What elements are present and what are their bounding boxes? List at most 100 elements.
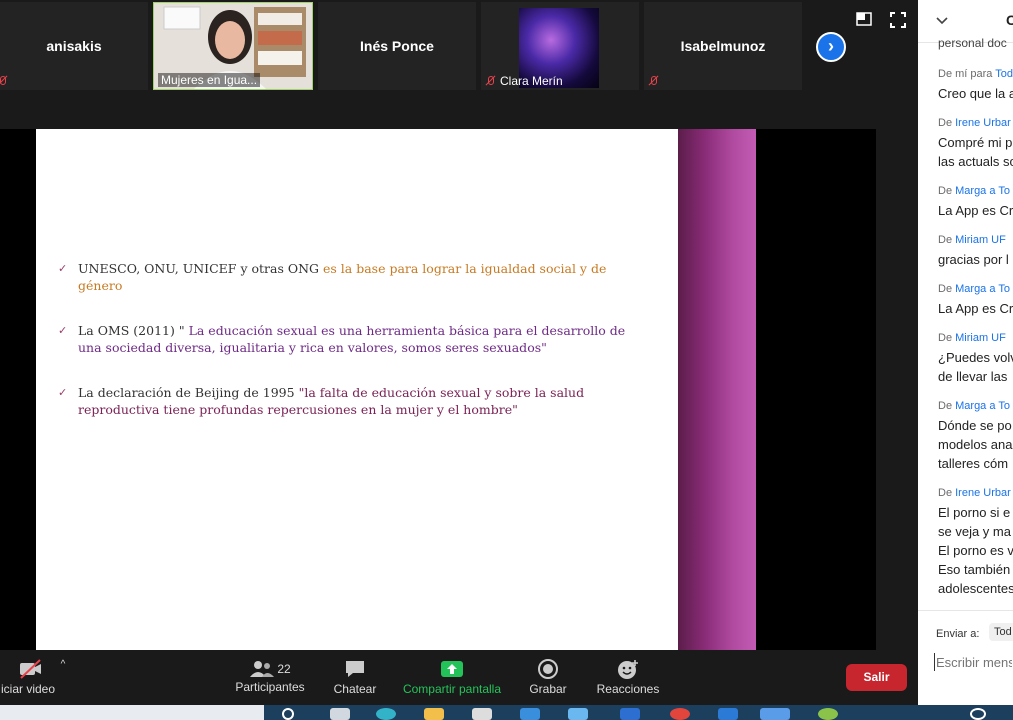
chat-message-text: La App es Cr bbox=[938, 301, 1013, 316]
task-view-icon[interactable] bbox=[330, 708, 350, 720]
participant-tile-anisakis[interactable]: anisakis bbox=[0, 2, 148, 90]
participant-tile-ines-ponce[interactable]: Inés Ponce bbox=[318, 2, 476, 90]
sender-name: Miriam UF bbox=[955, 234, 1006, 246]
chat-message-text: La App es Cr bbox=[938, 203, 1013, 218]
bullet-text: UNESCO, ONU, UNICEF y otras ONG bbox=[78, 261, 323, 276]
participant-gallery: anisakis Mujeres en Igua... Inés Ponce C… bbox=[0, 0, 918, 93]
muted-mic-icon bbox=[648, 76, 658, 86]
record-icon bbox=[538, 659, 558, 679]
slide: ✓ UNESCO, ONU, UNICEF y otras ONG es la … bbox=[36, 129, 678, 650]
sender-prefix: De bbox=[938, 487, 953, 499]
app-icon[interactable] bbox=[620, 708, 640, 720]
participant-tile-active-speaker[interactable]: Mujeres en Igua... bbox=[153, 2, 313, 90]
chat-message-text: El porno es v bbox=[938, 543, 1013, 558]
chat-message-text: personal doc bbox=[938, 36, 1007, 50]
zoom-app-icon[interactable] bbox=[760, 708, 790, 720]
chat-title: C bbox=[1006, 12, 1013, 28]
fullscreen-icon[interactable] bbox=[890, 12, 906, 28]
start-video-button[interactable]: iciar video bbox=[0, 653, 62, 705]
participant-tile-clara-merin[interactable]: Clara Merín bbox=[481, 2, 639, 90]
send-to-dropdown[interactable]: Tod bbox=[989, 623, 1013, 641]
file-explorer-icon[interactable] bbox=[424, 708, 444, 720]
chat-button[interactable]: Chatear bbox=[325, 653, 385, 705]
video-options-chevron-icon[interactable]: ^ bbox=[56, 659, 70, 673]
record-button[interactable]: Grabar bbox=[522, 653, 574, 705]
record-label: Grabar bbox=[529, 682, 567, 696]
chat-message-text: las actuals so bbox=[938, 154, 1013, 169]
participants-count: 22 bbox=[277, 662, 291, 676]
chevron-down-icon[interactable] bbox=[936, 16, 948, 26]
app-icon[interactable] bbox=[568, 708, 588, 720]
chat-message-text: Dónde se po bbox=[938, 418, 1012, 433]
share-screen-icon bbox=[441, 661, 463, 677]
chat-message-text: ¿Puedes volv bbox=[938, 350, 1013, 365]
recipient-name: a To bbox=[989, 283, 1010, 295]
recipient-name: Tod bbox=[995, 68, 1013, 80]
sender-prefix: De bbox=[938, 332, 953, 344]
recipient-name: a To bbox=[989, 185, 1010, 197]
next-page-arrow-icon[interactable]: › bbox=[816, 32, 846, 62]
participants-button[interactable]: 22 Participantes bbox=[230, 653, 310, 705]
chat-panel: C personal doc De mí para Tod Creo que l… bbox=[918, 0, 1013, 705]
chat-message-sender: De Miriam UF bbox=[938, 332, 1006, 344]
sender-prefix: De bbox=[938, 400, 953, 412]
sender-name: Irene Urbar bbox=[955, 117, 1011, 129]
dropbox-icon[interactable] bbox=[520, 708, 540, 720]
participant-label: Mujeres en Igua... bbox=[158, 73, 261, 87]
participant-name: Inés Ponce bbox=[360, 38, 434, 54]
chat-message-sender: De Marga a To bbox=[938, 400, 1010, 412]
view-layout-icon[interactable] bbox=[856, 12, 872, 26]
slide-bullet: ✓ La declaración de Beijing de 1995 "la … bbox=[58, 384, 638, 418]
chat-message-sender: De mí para Tod bbox=[938, 68, 1013, 80]
reactions-button[interactable]: Reacciones bbox=[592, 653, 664, 705]
chat-message-sender: De Irene Urbar bbox=[938, 487, 1011, 499]
os-taskbar bbox=[0, 705, 1013, 720]
chat-message-text: modelos ana bbox=[938, 437, 1013, 452]
muted-mic-icon bbox=[485, 76, 495, 86]
edge-browser-icon[interactable] bbox=[376, 708, 396, 720]
slide-decoration-strip bbox=[678, 129, 756, 650]
meeting-toolbar: iciar video ^ 22 Participantes Chatear C… bbox=[0, 653, 918, 705]
sender-name: Marga bbox=[955, 185, 987, 197]
chat-message-text: Compré mi p bbox=[938, 135, 1013, 150]
participant-name: anisakis bbox=[46, 38, 102, 54]
chat-message-text: Eso también bbox=[938, 562, 1011, 577]
bullet-text: La OMS (2011) " bbox=[78, 323, 189, 338]
sender-name: Marga bbox=[955, 283, 987, 295]
chat-compose: Enviar a: Tod bbox=[918, 610, 1013, 706]
checkmark-icon: ✓ bbox=[58, 386, 68, 399]
slide-bullet: ✓ UNESCO, ONU, UNICEF y otras ONG es la … bbox=[58, 260, 638, 294]
video-off-icon bbox=[20, 659, 41, 679]
chat-message-sender: De Marga a To bbox=[938, 283, 1010, 295]
search-icon[interactable] bbox=[282, 708, 294, 720]
participant-label: Clara Merín bbox=[500, 74, 563, 88]
chat-message-sender: De Miriam UF bbox=[938, 234, 1006, 246]
chat-message-text: El porno si e bbox=[938, 505, 1011, 520]
share-screen-label: Compartir pantalla bbox=[402, 682, 502, 696]
presentation-area: ✓ UNESCO, ONU, UNICEF y otras ONG es la … bbox=[0, 129, 876, 650]
checkmark-icon: ✓ bbox=[58, 324, 68, 337]
reactions-label: Reacciones bbox=[596, 682, 660, 696]
chat-message-input[interactable] bbox=[934, 653, 1012, 671]
chat-message-text: adolescentes bbox=[938, 581, 1013, 596]
outlook-icon[interactable] bbox=[718, 708, 738, 720]
app-icon[interactable] bbox=[818, 708, 838, 720]
leave-meeting-button[interactable]: Salir bbox=[846, 664, 907, 691]
participants-label: Participantes bbox=[235, 680, 305, 694]
chat-message-text: Creo que la a bbox=[938, 86, 1013, 101]
share-screen-button[interactable]: Compartir pantalla bbox=[398, 653, 506, 705]
chrome-icon[interactable] bbox=[670, 708, 690, 720]
chat-message-sender: De Irene Urbar bbox=[938, 117, 1011, 129]
slide-bullet: ✓ La OMS (2011) " La educación sexual es… bbox=[58, 322, 638, 356]
taskbar-apps-area bbox=[264, 705, 1013, 720]
store-icon[interactable] bbox=[472, 708, 492, 720]
participant-tile-isabelmunoz[interactable]: Isabelmunoz bbox=[644, 2, 802, 90]
sender-name: Marga bbox=[955, 400, 987, 412]
bullet-text: La declaración de Beijing de 1995 bbox=[78, 385, 299, 400]
sender-name: Miriam UF bbox=[955, 332, 1006, 344]
tray-icon[interactable] bbox=[970, 708, 986, 720]
participants-icon bbox=[250, 661, 275, 677]
participant-name: Isabelmunoz bbox=[680, 38, 766, 54]
chat-message-sender: De Marga a To bbox=[938, 185, 1010, 197]
sender-prefix: De bbox=[938, 185, 953, 197]
